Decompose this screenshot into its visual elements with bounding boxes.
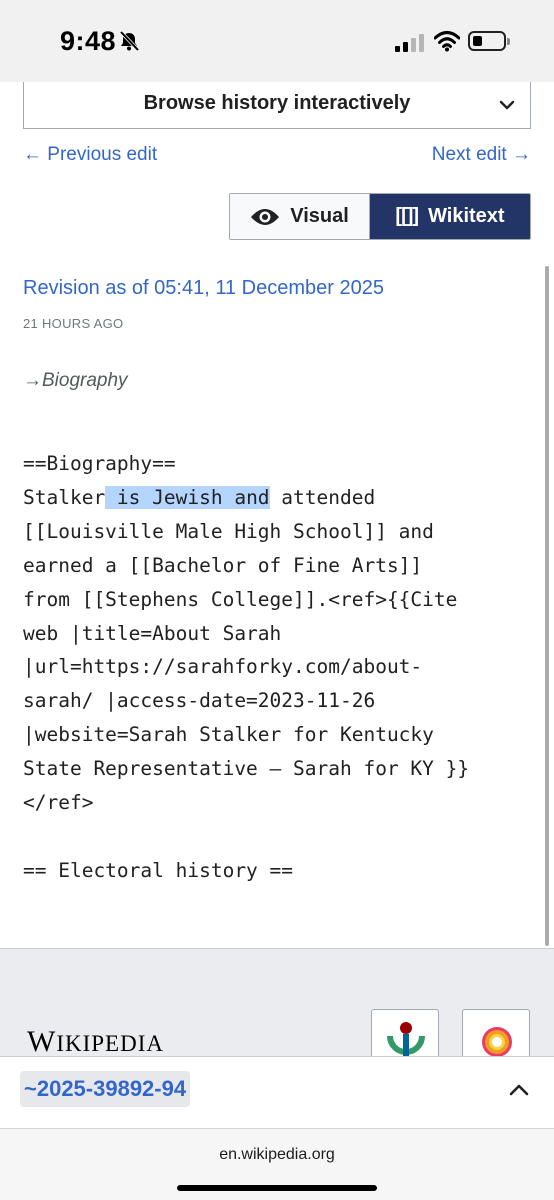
status-bar: 9:48 [0,0,554,82]
wikitext-content[interactable]: ==Biography== Stalker is Jewish and atte… [23,447,523,888]
scrollbar[interactable] [545,266,549,946]
edit-summary: →Biography [23,370,128,391]
wikitext-mode-label: Wikitext [428,205,505,227]
mediawiki-badge[interactable] [462,1009,530,1057]
wikitext-brackets-icon: [[]] [395,205,419,227]
temporary-account-name[interactable]: ~2025-39892-94 [20,1071,191,1107]
signal-icon [395,34,425,52]
wikimedia-badge[interactable] [371,1009,439,1058]
browse-history-label: Browse history interactively [143,92,411,114]
chevron-up-icon[interactable] [508,1079,530,1101]
wikipedia-wordmark[interactable]: WIKIPEDIA [27,1025,164,1059]
temporary-account-bar: ~2025-39892-94 [0,1056,554,1128]
chevron-down-icon [499,100,515,110]
next-edit-link[interactable]: Next edit → [432,144,531,166]
wifi-icon [434,31,460,52]
page-footer: WIKIPEDIA [0,948,554,1059]
visual-mode-button[interactable]: Visual [230,194,370,239]
wikitext-heading: ==Biography== [23,452,176,475]
revision-title-link[interactable]: Revision as of 05:41, 11 December 2025 [23,277,384,300]
wordmark-rest: IKIPEDIA [56,1031,164,1056]
visual-mode-label: Visual [290,205,349,227]
editor-mode-toggle: Visual [[]] Wikitext [229,193,531,240]
home-indicator[interactable] [177,1185,377,1191]
battery-icon [468,31,510,51]
previous-edit-link[interactable]: ← Previous edit [23,144,157,166]
wikitext-mode-button[interactable]: [[]] Wikitext [370,194,530,239]
bell-slash-icon [119,30,140,52]
mediawiki-logo-icon [482,1027,512,1057]
eye-icon [251,208,280,225]
wikitext-line-end: attended [269,485,376,509]
selected-text-highlight[interactable]: is Jewish and [105,485,270,509]
wikitext-body: [[Louisville Male High School]] and earn… [23,519,470,882]
address-bar-url[interactable]: en.wikipedia.org [0,1146,554,1164]
wikitext-line-start: Stalker [23,485,106,509]
status-time: 9:48 [60,26,117,56]
browse-history-toggle[interactable]: Browse history interactively [23,82,531,129]
revision-age: 21 HOURS AGO [23,316,124,331]
wordmark-initial: W [27,1025,57,1058]
wikimedia-logo-icon [387,1022,425,1058]
browser-address-bar: en.wikipedia.org [0,1128,554,1200]
